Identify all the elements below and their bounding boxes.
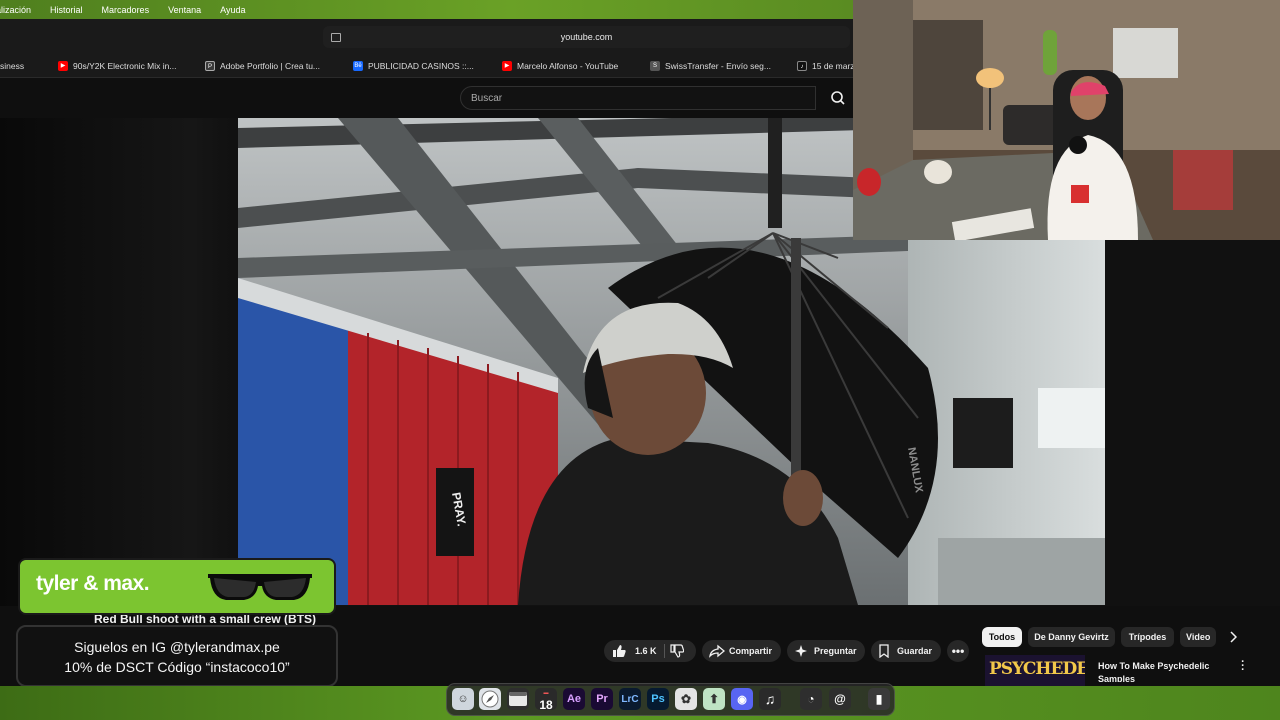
- dislike-button[interactable]: [670, 644, 685, 660]
- menu-bar: alización Historial Marcadores Ventana A…: [0, 0, 853, 19]
- app-label: LrC: [621, 693, 639, 705]
- share-icon: [709, 644, 725, 658]
- adobe-portfolio-icon: P: [205, 60, 215, 71]
- promo-line-2: 10% de DSCT Código “instacoco10”: [64, 659, 290, 675]
- bookmark-icon: [879, 644, 889, 658]
- youtube-icon: ▶: [58, 60, 68, 71]
- menu-item-marcadores[interactable]: Marcadores: [102, 5, 150, 15]
- recommended-title[interactable]: How To Make Psychedelic Samples: [1098, 660, 1218, 682]
- notes-glyph-icon: [509, 692, 527, 706]
- threads-icon[interactable]: @: [829, 688, 851, 710]
- compass-icon: [481, 690, 499, 708]
- recommended-more-icon[interactable]: · · ·: [1238, 657, 1248, 676]
- bookmark-label: SwissTransfer - Envío seg...: [665, 60, 771, 71]
- chips-next-button[interactable]: [1224, 628, 1242, 646]
- more-horizontal-icon: •••: [951, 644, 965, 658]
- bookmark-adobe-portfolio[interactable]: P Adobe Portfolio | Crea tu...: [205, 59, 320, 72]
- bookmark-label: 90s/Y2K Electronic Mix in...: [73, 60, 177, 71]
- sparkle-icon: [795, 645, 807, 657]
- safari-icon[interactable]: [479, 688, 501, 710]
- search-placeholder: Buscar: [471, 92, 503, 104]
- promo-line-1: Siguelos en IG @tylerandmax.pe: [74, 639, 280, 655]
- search-input[interactable]: Buscar: [460, 86, 816, 110]
- music-icon[interactable]: ♫: [759, 688, 781, 710]
- save-button[interactable]: Guardar: [871, 640, 941, 662]
- bookmark-marcelo-alfonso[interactable]: ▶ Marcelo Alfonso - YouTube: [502, 59, 618, 72]
- sponsor-promo: Siguelos en IG @tylerandmax.pe 10% de DS…: [16, 625, 338, 687]
- chip-todos[interactable]: Todos: [982, 627, 1022, 647]
- save-label: Guardar: [897, 646, 933, 656]
- app-label: Ps: [651, 693, 665, 705]
- behance-icon: Bē: [353, 60, 363, 71]
- share-label: Compartir: [729, 646, 773, 656]
- bookmark-business[interactable]: siness: [0, 59, 24, 72]
- premiere-pro-icon[interactable]: Pr: [591, 688, 613, 710]
- search-button[interactable]: [817, 86, 857, 110]
- like-dislike-group: 1.6 K: [604, 640, 696, 662]
- chip-tripodes[interactable]: Trípodes: [1121, 627, 1174, 647]
- swisstransfer-icon: S: [650, 60, 660, 71]
- share-button[interactable]: Compartir: [702, 640, 781, 662]
- photoshop-icon[interactable]: Ps: [647, 688, 669, 710]
- chip-label: Trípodes: [1128, 632, 1167, 642]
- bookmark-label: siness: [0, 60, 25, 71]
- sponsor-brand: tyler & max.: [36, 572, 150, 595]
- thumbs-up-icon: [613, 645, 626, 657]
- sunglasses-icon: [208, 574, 312, 600]
- calendar-day: 18: [539, 698, 553, 712]
- bookmark-label: PUBLICIDAD CASINOS ::...: [368, 60, 474, 71]
- chevron-right-icon: [1230, 631, 1237, 643]
- discord-icon[interactable]: ◉: [731, 688, 753, 710]
- thumbnail-text: PSYCHEDELIC: [989, 659, 1085, 679]
- after-effects-icon[interactable]: Ae: [563, 688, 585, 710]
- chip-video[interactable]: Video: [1180, 627, 1216, 647]
- webcam-feed: [853, 0, 1280, 240]
- bookmark-swisstransfer[interactable]: S SwissTransfer - Envío seg...: [650, 59, 771, 72]
- menu-item-actualizacion[interactable]: alización: [0, 5, 31, 15]
- ask-label: Preguntar: [814, 646, 857, 656]
- recommended-thumbnail[interactable]: PSYCHEDELIC: [985, 655, 1085, 686]
- calendar-icon[interactable]: ▬ 18: [535, 688, 557, 712]
- davinci-icon[interactable]: ✿: [675, 688, 697, 710]
- chip-label: De Danny Gevirtz: [1034, 632, 1109, 642]
- tiktok-icon: ♪: [797, 60, 807, 71]
- app-label: Pr: [596, 693, 608, 705]
- chip-label: Todos: [988, 632, 1016, 642]
- search-icon: [831, 91, 845, 105]
- finder-icon[interactable]: ☺: [452, 688, 474, 710]
- bookmarks-bar: siness ▶ 90s/Y2K Electronic Mix in... P Ad…: [0, 53, 855, 78]
- address-bar[interactable]: youtube.com: [323, 26, 850, 48]
- bookmark-90s-mix[interactable]: ▶ 90s/Y2K Electronic Mix in...: [58, 59, 176, 72]
- bookmark-label: Marcelo Alfonso - YouTube: [517, 60, 619, 71]
- bookmark-publicidad-casinos[interactable]: Bē PUBLICIDAD CASINOS ::...: [353, 59, 474, 72]
- activity-monitor-icon[interactable]: ◔: [800, 688, 822, 710]
- more-actions-button[interactable]: •••: [947, 640, 969, 662]
- chip-de-danny-gevirtz[interactable]: De Danny Gevirtz: [1028, 627, 1115, 647]
- wall-banner: [953, 398, 1013, 468]
- youtube-icon: ▶: [502, 60, 512, 71]
- ask-button[interactable]: Preguntar: [787, 640, 865, 662]
- menu-item-historial[interactable]: Historial: [50, 5, 83, 15]
- trash-icon[interactable]: ▮: [868, 688, 890, 710]
- like-count: 1.6 K: [635, 646, 657, 656]
- webcam-image: [853, 0, 1280, 240]
- notes-icon[interactable]: [507, 688, 529, 710]
- bookmark-label: 15 de marz: [812, 60, 855, 71]
- sponsor-banner: tyler & max.: [18, 558, 336, 615]
- url-text: youtube.com: [560, 32, 613, 42]
- chip-label: Video: [1186, 632, 1211, 642]
- bookmark-15-de-marzo[interactable]: ♪ 15 de marz: [797, 59, 855, 72]
- like-button[interactable]: 1.6 K: [604, 644, 657, 658]
- lightroom-classic-icon[interactable]: LrC: [619, 688, 641, 710]
- menu-item-ayuda[interactable]: Ayuda: [220, 5, 245, 15]
- app-label: Ae: [566, 693, 582, 705]
- menu-item-ventana[interactable]: Ventana: [168, 5, 201, 15]
- page-settings-icon[interactable]: [331, 33, 341, 42]
- installer-icon[interactable]: ⬆: [703, 688, 725, 710]
- bookmark-label: Adobe Portfolio | Crea tu...: [220, 60, 321, 71]
- thumbs-down-icon: [670, 644, 685, 658]
